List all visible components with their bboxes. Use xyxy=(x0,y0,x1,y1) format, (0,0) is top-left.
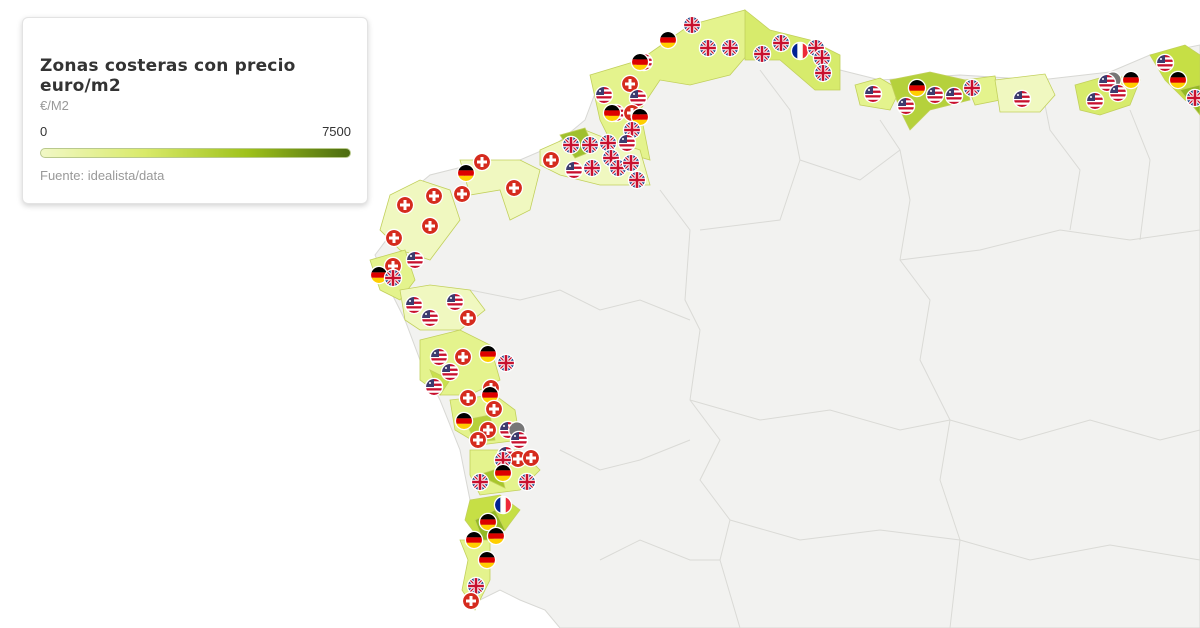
switzerland-flag-icon[interactable] xyxy=(424,186,444,206)
france-flag-icon[interactable] xyxy=(791,42,808,59)
germany-flag-icon[interactable] xyxy=(908,79,925,96)
legend-source: Fuente: idealista/data xyxy=(40,168,165,183)
united-kingdom-flag-icon[interactable] xyxy=(772,34,789,51)
united-kingdom-flag-icon[interactable] xyxy=(683,16,700,33)
legend-min-label: 0 xyxy=(40,124,48,139)
united-kingdom-flag-icon[interactable] xyxy=(963,79,980,96)
switzerland-flag-icon[interactable] xyxy=(384,228,404,248)
germany-flag-icon[interactable] xyxy=(494,464,511,481)
united-kingdom-flag-icon[interactable] xyxy=(814,64,831,81)
united-kingdom-flag-icon[interactable] xyxy=(562,136,579,153)
united-kingdom-flag-icon[interactable] xyxy=(699,39,716,56)
france-flag-icon[interactable] xyxy=(494,496,511,513)
united-kingdom-flag-icon[interactable] xyxy=(599,134,616,151)
legend-max-label: 7500 xyxy=(322,124,351,139)
united-states-flag-icon[interactable] xyxy=(595,86,612,103)
germany-flag-icon[interactable] xyxy=(465,531,482,548)
united-states-flag-icon[interactable] xyxy=(926,86,943,103)
switzerland-flag-icon[interactable] xyxy=(521,448,541,468)
legend-unit: €/M2 xyxy=(40,98,69,113)
united-states-flag-icon[interactable] xyxy=(425,378,442,395)
switzerland-flag-icon[interactable] xyxy=(420,216,440,236)
switzerland-flag-icon[interactable] xyxy=(472,152,492,172)
united-states-flag-icon[interactable] xyxy=(421,309,438,326)
united-states-flag-icon[interactable] xyxy=(405,296,422,313)
germany-flag-icon[interactable] xyxy=(487,527,504,544)
united-states-flag-icon[interactable] xyxy=(618,134,635,151)
switzerland-flag-icon[interactable] xyxy=(484,399,504,419)
united-states-flag-icon[interactable] xyxy=(406,251,423,268)
legend-title: Zonas costeras con precio euro/m2 xyxy=(40,56,296,96)
united-states-flag-icon[interactable] xyxy=(864,85,881,102)
germany-flag-icon[interactable] xyxy=(631,53,648,70)
switzerland-flag-icon[interactable] xyxy=(452,184,472,204)
united-states-flag-icon[interactable] xyxy=(1109,84,1126,101)
united-kingdom-flag-icon[interactable] xyxy=(622,154,639,171)
germany-flag-icon[interactable] xyxy=(1122,71,1139,88)
switzerland-flag-icon[interactable] xyxy=(453,347,473,367)
germany-flag-icon[interactable] xyxy=(455,412,472,429)
switzerland-flag-icon[interactable] xyxy=(458,388,478,408)
united-kingdom-flag-icon[interactable] xyxy=(471,473,488,490)
map-legend: Zonas costeras con precio euro/m2 €/M2 0… xyxy=(22,17,368,204)
germany-flag-icon[interactable] xyxy=(478,551,495,568)
united-states-flag-icon[interactable] xyxy=(441,363,458,380)
united-kingdom-flag-icon[interactable] xyxy=(581,136,598,153)
united-kingdom-flag-icon[interactable] xyxy=(628,171,645,188)
switzerland-flag-icon[interactable] xyxy=(461,591,481,611)
united-kingdom-flag-icon[interactable] xyxy=(497,354,514,371)
switzerland-flag-icon[interactable] xyxy=(541,150,561,170)
switzerland-flag-icon[interactable] xyxy=(504,178,524,198)
germany-flag-icon[interactable] xyxy=(603,104,620,121)
united-kingdom-flag-icon[interactable] xyxy=(1186,89,1200,106)
united-states-flag-icon[interactable] xyxy=(446,293,463,310)
united-kingdom-flag-icon[interactable] xyxy=(721,39,738,56)
united-kingdom-flag-icon[interactable] xyxy=(583,159,600,176)
legend-color-scale xyxy=(40,148,351,158)
switzerland-flag-icon[interactable] xyxy=(468,430,488,450)
switzerland-flag-icon[interactable] xyxy=(395,195,415,215)
united-kingdom-flag-icon[interactable] xyxy=(753,45,770,62)
switzerland-flag-icon[interactable] xyxy=(458,308,478,328)
united-kingdom-flag-icon[interactable] xyxy=(518,473,535,490)
germany-flag-icon[interactable] xyxy=(457,164,474,181)
united-states-flag-icon[interactable] xyxy=(897,97,914,114)
united-kingdom-flag-icon[interactable] xyxy=(384,269,401,286)
united-states-flag-icon[interactable] xyxy=(945,87,962,104)
united-states-flag-icon[interactable] xyxy=(1013,90,1030,107)
united-states-flag-icon[interactable] xyxy=(510,431,527,448)
germany-flag-icon[interactable] xyxy=(659,31,676,48)
united-states-flag-icon[interactable] xyxy=(430,348,447,365)
united-states-flag-icon[interactable] xyxy=(1086,92,1103,109)
united-states-flag-icon[interactable] xyxy=(565,161,582,178)
united-states-flag-icon[interactable] xyxy=(1156,54,1173,71)
germany-flag-icon[interactable] xyxy=(1169,71,1186,88)
germany-flag-icon[interactable] xyxy=(479,345,496,362)
